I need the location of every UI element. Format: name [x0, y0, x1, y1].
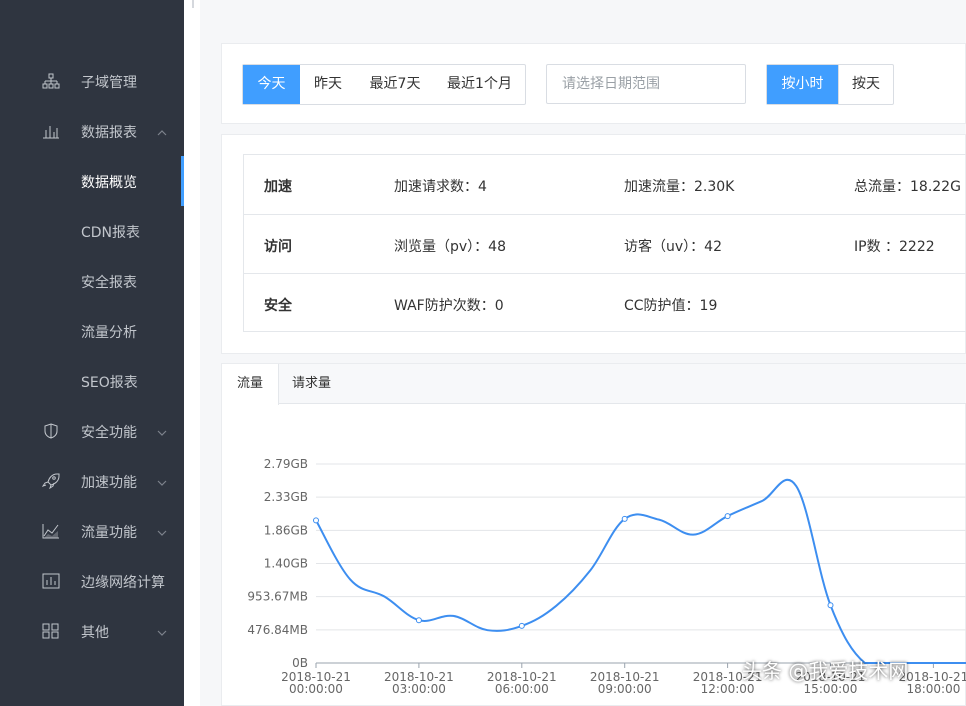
bar-chart-icon — [42, 123, 60, 139]
data-point — [313, 517, 319, 524]
sidebar-item-8[interactable]: 加速功能 — [0, 456, 184, 506]
sidebar-item-label: 安全报表 — [81, 275, 137, 291]
gutter — [184, 0, 200, 706]
sidebar-item-9[interactable]: 流量功能 — [0, 506, 184, 556]
sidebar-item-2[interactable]: 数据概览 — [0, 156, 184, 206]
stats-category: 访问 — [264, 239, 292, 255]
stats-row: 安全 WAF防护次数：0 CC防护值：19 — [244, 273, 966, 332]
x-tick-label-time: 09:00:00 — [598, 682, 652, 696]
chevron-down-icon — [156, 526, 168, 536]
y-tick-label: 476.84MB — [247, 623, 308, 637]
sidebar-item-label: 子域管理 — [81, 75, 137, 91]
stats-row: 访问 浏览量（pv）：48 访客（uv）：42 IP数 ：2222 — [244, 214, 966, 273]
data-point — [518, 622, 525, 629]
sidebar-item-10[interactable]: 边缘网络计算 — [0, 556, 184, 606]
granularity-button-1[interactable]: 按天 — [838, 65, 893, 104]
sidebar-item-11[interactable]: 其他 — [0, 606, 184, 656]
traffic-series-line — [315, 478, 966, 664]
date-range-input[interactable] — [546, 64, 746, 104]
sidebar: 子域管理数据报表数据概览 CDN报表安全报表流量分析 SEO报表安全功能加速功能流量… — [0, 0, 184, 706]
chevron-down-icon — [156, 426, 168, 436]
granularity-button-group: 按小时 按天 — [766, 64, 894, 105]
sidebar-item-label: 加速功能 — [81, 475, 137, 491]
stats-category: 安全 — [264, 298, 292, 314]
filter-panel: 今天昨天最近7天最近1个月 按小时按天 — [221, 43, 966, 124]
y-tick-label: 953.67MB — [247, 590, 308, 604]
chevron-up-icon — [156, 126, 168, 136]
x-tick-label-time: 06:00:00 — [495, 682, 549, 696]
stats-value: IP数 ：2222 — [854, 239, 935, 255]
range-button-2[interactable]: 最近7天 — [356, 65, 434, 104]
shield-icon — [42, 423, 60, 439]
sidebar-item-label: 流量功能 — [81, 525, 137, 541]
stats-category: 加速 — [264, 179, 292, 195]
stats-value: WAF防护次数：0 — [394, 298, 504, 314]
stats-value: 加速请求数：4 — [394, 179, 487, 195]
chevron-down-icon — [156, 626, 168, 636]
column-chart-icon — [42, 573, 60, 589]
stats-value: 访客（uv）：42 — [624, 239, 722, 255]
data-point — [621, 515, 628, 522]
chevron-down-icon — [156, 476, 168, 486]
range-button-1[interactable]: 昨天 — [300, 65, 356, 104]
y-tick-label: 1.86GB — [264, 523, 308, 537]
area-chart-icon — [42, 523, 60, 539]
data-point — [827, 602, 834, 609]
x-tick-label-time: 03:00:00 — [392, 682, 446, 696]
sidebar-item-4[interactable]: 安全报表 — [0, 256, 184, 306]
sidebar-item-7[interactable]: 安全功能 — [0, 406, 184, 456]
stats-value: CC防护值：19 — [624, 298, 718, 314]
sidebar-item-label: SEO报表 — [81, 375, 138, 391]
stats-value: 总流量：18.22G — [854, 179, 961, 195]
y-tick-label: 1.40GB — [264, 557, 308, 571]
range-button-3[interactable]: 最近1个月 — [434, 65, 525, 104]
x-tick-label-time: 15:00:00 — [804, 682, 858, 696]
sidebar-item-label: 其他 — [81, 625, 109, 641]
data-point — [724, 513, 731, 520]
data-point — [415, 617, 422, 624]
sidebar-item-3[interactable]: CDN报表 — [0, 206, 184, 256]
stats-row: 加速 加速请求数：4 加速流量：2.30K 总流量：18.22G — [244, 155, 966, 214]
granularity-button-0[interactable]: 按小时 — [767, 65, 838, 104]
stats-value: 浏览量（pv）：48 — [394, 239, 506, 255]
scrollbar-thumb[interactable] — [192, 0, 194, 8]
stats-value: 加速流量：2.30K — [624, 179, 735, 195]
sidebar-item-label: 数据概览 — [81, 175, 137, 191]
sidebar-item-label: 边缘网络计算 — [81, 575, 165, 591]
sidebar-item-label: 流量分析 — [81, 325, 137, 341]
grid-icon — [42, 623, 60, 639]
app-root: 子域管理数据报表数据概览 CDN报表安全报表流量分析 SEO报表安全功能加速功能流量… — [0, 0, 966, 706]
x-tick-label-time: 18:00:00 — [906, 682, 960, 696]
sidebar-item-5[interactable]: 流量分析 — [0, 306, 184, 356]
range-button-0[interactable]: 今天 — [243, 65, 300, 104]
x-tick-label-time: 00:00:00 — [289, 682, 343, 696]
sitemap-icon — [42, 73, 60, 89]
sidebar-item-6[interactable]: SEO报表 — [0, 356, 184, 406]
sidebar-item-0[interactable]: 子域管理 — [0, 56, 184, 106]
rocket-icon — [42, 473, 60, 489]
sidebar-item-label: CDN报表 — [81, 225, 141, 241]
stats-panel: 加速 加速请求数：4 加速流量：2.30K 总流量：18.22G 访问 浏览量（pv）：4… — [221, 134, 966, 354]
sidebar-item-label: 数据报表 — [81, 125, 137, 141]
sidebar-item-1[interactable]: 数据报表 — [0, 106, 184, 156]
date-range-button-group: 今天 昨天 最近7天 最近1个月 — [242, 64, 526, 105]
stats-table: 加速 加速请求数：4 加速流量：2.30K 总流量：18.22G 访问 浏览量（pv）：4… — [243, 154, 966, 332]
sidebar-item-label: 安全功能 — [81, 425, 137, 441]
y-tick-label: 2.33GB — [264, 490, 308, 504]
x-tick-label-time: 12:00:00 — [701, 682, 755, 696]
watermark: 头条 @我爱技术网 — [742, 659, 909, 683]
y-tick-label: 0B — [292, 656, 308, 670]
y-tick-label: 2.79GB — [264, 457, 308, 471]
